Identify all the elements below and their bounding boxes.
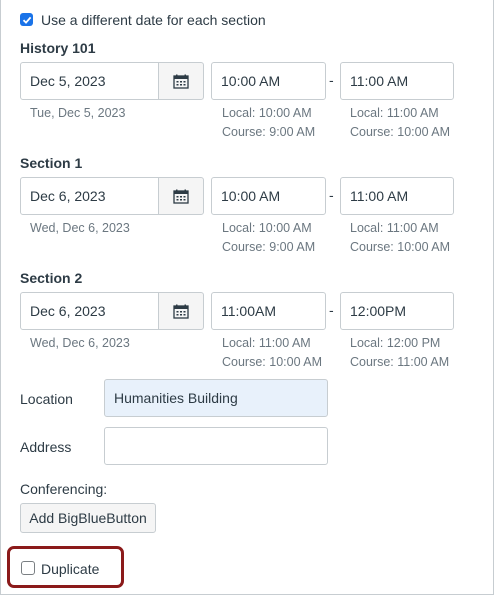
address-input[interactable] xyxy=(104,427,328,465)
calendar-icon xyxy=(173,304,189,319)
start-time-input[interactable]: 10:00 AM xyxy=(211,62,326,100)
date-hint: Wed, Dec 6, 2023 xyxy=(30,336,130,350)
duplicate-label[interactable]: Duplicate xyxy=(41,561,99,577)
calendar-icon xyxy=(173,189,189,204)
start-time-input[interactable]: 11:00AM xyxy=(211,292,326,330)
start-course-time: Course: 9:00 AM xyxy=(222,125,316,139)
time-separator: - xyxy=(329,72,334,88)
start-local-time: Local: 10:00 AM xyxy=(222,221,312,235)
add-bigbluebutton-button[interactable]: Add BigBlueButton xyxy=(20,503,156,533)
start-course-time: Course: 10:00 AM xyxy=(222,355,323,369)
calendar-button[interactable] xyxy=(158,62,204,100)
location-input[interactable]: Humanities Building xyxy=(104,379,328,417)
conferencing-label: Conferencing: xyxy=(20,481,108,497)
calendar-button[interactable] xyxy=(158,292,204,330)
end-local-time: Local: 11:00 AM xyxy=(350,221,439,235)
date-input[interactable]: Dec 6, 2023 xyxy=(20,177,159,215)
date-hint: Wed, Dec 6, 2023 xyxy=(30,221,130,235)
start-local-time: Local: 10:00 AM xyxy=(222,106,312,120)
end-time-input[interactable]: 12:00PM xyxy=(340,292,454,330)
end-time-input[interactable]: 11:00 AM xyxy=(340,177,454,215)
end-local-time: Local: 12:00 PM xyxy=(350,336,441,350)
section-title: Section 2 xyxy=(20,270,83,286)
calendar-icon xyxy=(173,74,189,89)
section-title: History 101 xyxy=(20,40,96,56)
section-title: Section 1 xyxy=(20,155,83,171)
time-separator: - xyxy=(329,187,334,203)
end-course-time: Course: 11:00 AM xyxy=(350,355,450,369)
date-hint: Tue, Dec 5, 2023 xyxy=(30,106,126,120)
start-local-time: Local: 11:00 AM xyxy=(222,336,311,350)
checkmark-icon xyxy=(22,16,31,24)
end-time-input[interactable]: 11:00 AM xyxy=(340,62,454,100)
date-input[interactable]: Dec 5, 2023 xyxy=(20,62,159,100)
start-course-time: Course: 9:00 AM xyxy=(222,240,316,254)
date-input[interactable]: Dec 6, 2023 xyxy=(20,292,159,330)
location-label: Location xyxy=(20,391,73,407)
start-time-input[interactable]: 10:00 AM xyxy=(211,177,326,215)
end-course-time: Course: 10:00 AM xyxy=(350,125,451,139)
calendar-button[interactable] xyxy=(158,177,204,215)
end-local-time: Local: 11:00 AM xyxy=(350,106,439,120)
address-label: Address xyxy=(20,439,72,455)
time-separator: - xyxy=(329,302,334,318)
duplicate-checkbox[interactable] xyxy=(21,561,35,575)
different-date-checkbox[interactable] xyxy=(20,13,33,26)
end-course-time: Course: 10:00 AM xyxy=(350,240,451,254)
different-date-checkbox-label[interactable]: Use a different date for each section xyxy=(41,12,266,28)
